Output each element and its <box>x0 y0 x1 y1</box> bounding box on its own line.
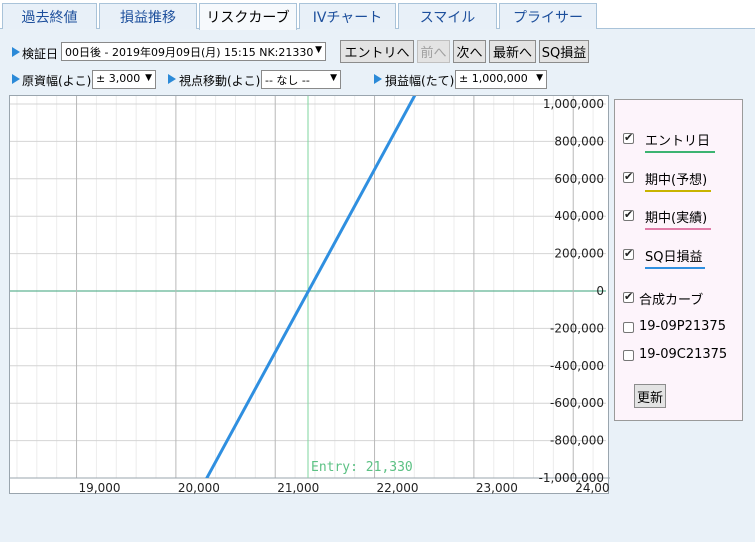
y-tick-label: 0 <box>596 284 604 298</box>
checkbox-put-21375[interactable] <box>623 322 634 333</box>
dropdown-arrow-icon: ▼ <box>536 73 543 83</box>
pnl-width-value: ± 1,000,000 <box>459 72 528 85</box>
y-tick-label: -600,000 <box>550 396 604 410</box>
tab-pnl-trend[interactable]: 損益推移 <box>99 3 197 29</box>
legend-swatch-entry <box>645 151 715 153</box>
viewpoint-label: 視点移動(よこ) <box>179 74 261 88</box>
tab-bar: 過去終値 損益推移 リスクカーブ IVチャート スマイル プライサー <box>0 0 755 30</box>
legend-swatch-midterm-forecast <box>645 190 711 192</box>
y-tick-label: 200,000 <box>554 247 604 261</box>
tab-risk-curve[interactable]: リスクカーブ <box>199 3 297 30</box>
update-button[interactable]: 更新 <box>634 384 666 408</box>
triangle-icon <box>168 74 176 84</box>
x-tick-label: 23,000 <box>476 481 518 495</box>
risk-curve-svg: Entry: 21,330 1,000,000 800,000 600,000 400,… <box>10 96 610 495</box>
viewpoint-select[interactable]: -- なし -- ▼ <box>261 70 341 89</box>
y-tick-label: -200,000 <box>550 321 604 335</box>
checkbox-call-21375[interactable] <box>623 350 634 361</box>
legend-label: SQ日損益 <box>645 250 703 265</box>
tab-pricer[interactable]: プライサー <box>499 3 597 29</box>
entry-button[interactable]: エントリへ <box>340 40 414 63</box>
x-tick-label: 20,000 <box>178 481 220 495</box>
dropdown-arrow-icon: ▼ <box>330 73 337 83</box>
legend-panel: エントリ日 期中(予想) 期中(実績) SQ日損益 合成カーブ 19-09P21… <box>614 99 743 421</box>
tab-smile[interactable]: スマイル <box>398 3 497 29</box>
checkbox-sq-pnl[interactable] <box>623 247 634 260</box>
checkbox-midterm-forecast[interactable] <box>623 170 634 183</box>
latest-button[interactable]: 最新へ <box>489 40 536 63</box>
y-tick-label: -400,000 <box>550 359 604 373</box>
triangle-icon <box>12 47 20 57</box>
legend-label: エントリ日 <box>645 134 711 149</box>
verify-date-label: 検証日 <box>22 47 59 61</box>
y-tick-label: 400,000 <box>554 209 604 223</box>
legend-label: 19-09C21375 <box>639 347 728 362</box>
triangle-icon <box>374 74 382 84</box>
viewpoint-value: -- なし -- <box>265 74 310 87</box>
risk-curve-chart: Entry: 21,330 1,000,000 800,000 600,000 400,… <box>9 95 610 495</box>
x-tick-label: 21,000 <box>277 481 319 495</box>
y-tick-label: 1,000,000 <box>543 97 604 111</box>
y-tick-label: 800,000 <box>554 134 604 148</box>
y-tick-label: -800,000 <box>550 434 604 448</box>
checkbox-entry[interactable] <box>623 131 634 144</box>
pnl-width-label: 損益幅(たて) <box>385 74 455 88</box>
entry-label: Entry: 21,330 <box>311 460 413 475</box>
sq-pnl-button[interactable]: SQ損益 <box>539 40 589 63</box>
y-tick-label: 600,000 <box>554 172 604 186</box>
legend-label: 期中(実績) <box>645 211 708 226</box>
next-button[interactable]: 次へ <box>453 40 486 63</box>
legend-label: 19-09P21375 <box>639 319 726 334</box>
pnl-width-select[interactable]: ± 1,000,000 ▼ <box>455 70 547 89</box>
dropdown-arrow-icon: ▼ <box>315 45 322 55</box>
legend-label: 期中(予想) <box>645 173 708 188</box>
checkbox-midterm-actual[interactable] <box>623 208 634 221</box>
sq-pnl-series-line <box>205 96 417 478</box>
underlying-width-select[interactable]: ± 3,000 ▼ <box>92 70 156 89</box>
legend-swatch-sq-pnl <box>645 267 705 269</box>
underlying-width-value: ± 3,000 <box>96 72 141 85</box>
tab-iv-chart[interactable]: IVチャート <box>299 3 396 29</box>
legend-label: 合成カーブ <box>639 293 704 308</box>
x-tick-label: 22,000 <box>377 481 419 495</box>
underlying-width-label: 原資幅(よこ) <box>22 74 92 88</box>
prev-button[interactable]: 前へ <box>417 40 450 63</box>
verify-date-select[interactable]: 00日後 - 2019年09月09日(月) 15:15 NK:21330 ▼ <box>61 42 326 61</box>
x-tick-label: 24,00 <box>575 481 609 495</box>
verify-date-value: 00日後 - 2019年09月09日(月) 15:15 NK:21330 <box>65 46 314 59</box>
checkbox-composite[interactable] <box>623 290 634 303</box>
triangle-icon <box>12 74 20 84</box>
legend-swatch-midterm-actual <box>645 228 711 230</box>
x-tick-label: 19,000 <box>79 481 121 495</box>
dropdown-arrow-icon: ▼ <box>145 73 152 83</box>
tab-past-close[interactable]: 過去終値 <box>2 3 97 29</box>
